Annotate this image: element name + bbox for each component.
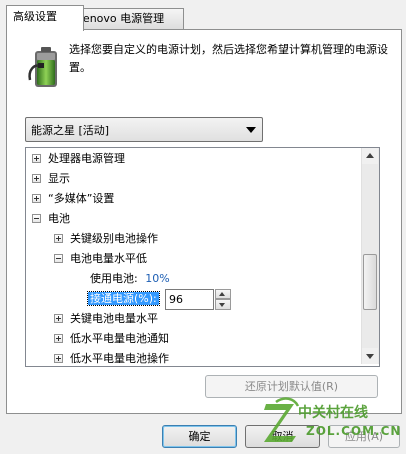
tree-item-label: 显示 [48, 172, 70, 185]
plugged-in-label: 接通电源(%): [87, 291, 160, 306]
tree-item-low-battery-notification[interactable]: 低水平电量电池通知 [54, 329, 169, 349]
expand-icon[interactable] [32, 194, 41, 203]
tab-lenovo-power[interactable]: Lenovo 电源管理 [70, 8, 184, 30]
tab-advanced-settings[interactable]: 高级设置 [6, 5, 84, 31]
tree-item-label: 电池 [48, 212, 70, 225]
expand-icon[interactable] [54, 234, 63, 243]
spin-up-button[interactable] [215, 289, 231, 299]
expand-icon[interactable] [32, 174, 41, 183]
scroll-up-button[interactable] [362, 148, 378, 164]
on-battery-label: 使用电池: [90, 272, 138, 285]
expand-icon[interactable] [54, 334, 63, 343]
expand-icon[interactable] [54, 354, 63, 363]
watermark-brand: 中关村在线 [298, 405, 368, 421]
chevron-down-icon [246, 127, 256, 133]
tree-item-label: 处理器电源管理 [48, 152, 125, 165]
tree-item-critical-battery-action[interactable]: 关键级别电池操作 [54, 229, 158, 249]
tree-item-critical-battery-level[interactable]: 关键电池电量水平 [54, 309, 158, 329]
tree-item-low-battery-level[interactable]: 电池电量水平低 [54, 249, 147, 269]
battery-plug-icon [28, 47, 57, 87]
plugged-in-spinner[interactable] [215, 289, 231, 310]
collapse-icon[interactable] [32, 214, 41, 223]
tree-item-processor[interactable]: 处理器电源管理 [32, 149, 125, 169]
zol-logo-icon [264, 397, 300, 442]
zol-watermark: 中关村在线 ZOL.COM.CN [260, 396, 400, 448]
power-plan-value: 能源之星 [活动] [31, 124, 110, 137]
power-plan-select[interactable]: 能源之星 [活动] [25, 117, 263, 142]
description-text: 选择您要自定义的电源计划，然后选择您希望计算机管理的电源设置。 [69, 43, 388, 74]
tree-item-label: 电池电量水平低 [70, 252, 147, 265]
tree-item-battery[interactable]: 电池 [32, 209, 70, 229]
tree-item-label: “多媒体”设置 [48, 192, 115, 205]
tree-item-label: 低水平电量电池操作 [70, 352, 169, 365]
tree-item-label: 低水平电量电池通知 [70, 332, 169, 345]
watermark-domain: ZOL.COM.CN [306, 424, 402, 438]
scroll-thumb[interactable] [363, 254, 377, 310]
on-battery-setting[interactable]: 使用电池: 10% [90, 269, 170, 289]
tree-item-multimedia[interactable]: “多媒体”设置 [32, 189, 114, 209]
collapse-icon[interactable] [54, 254, 63, 263]
scroll-down-button[interactable] [362, 348, 378, 364]
restore-defaults-button[interactable]: 还原计划默认值(R) [205, 375, 378, 398]
spin-down-button[interactable] [215, 299, 231, 310]
ok-button[interactable]: 确定 [162, 425, 237, 448]
expand-icon[interactable] [54, 314, 63, 323]
plugged-in-value-input[interactable]: 96 [165, 289, 214, 310]
tree-item-label: 关键级别电池操作 [70, 232, 158, 245]
expand-icon[interactable] [32, 154, 41, 163]
tree-item-low-battery-action[interactable]: 低水平电量电池操作 [54, 349, 169, 366]
on-battery-value[interactable]: 10% [145, 272, 169, 285]
tree-item-display[interactable]: 显示 [32, 169, 70, 189]
tree-scrollbar[interactable] [361, 148, 379, 364]
tree-item-label: 关键电池电量水平 [70, 312, 158, 325]
power-settings-tree[interactable]: 处理器电源管理 显示 “多媒体”设置 电池 关键级别电池操作 电池电量水平低 使… [25, 147, 380, 367]
